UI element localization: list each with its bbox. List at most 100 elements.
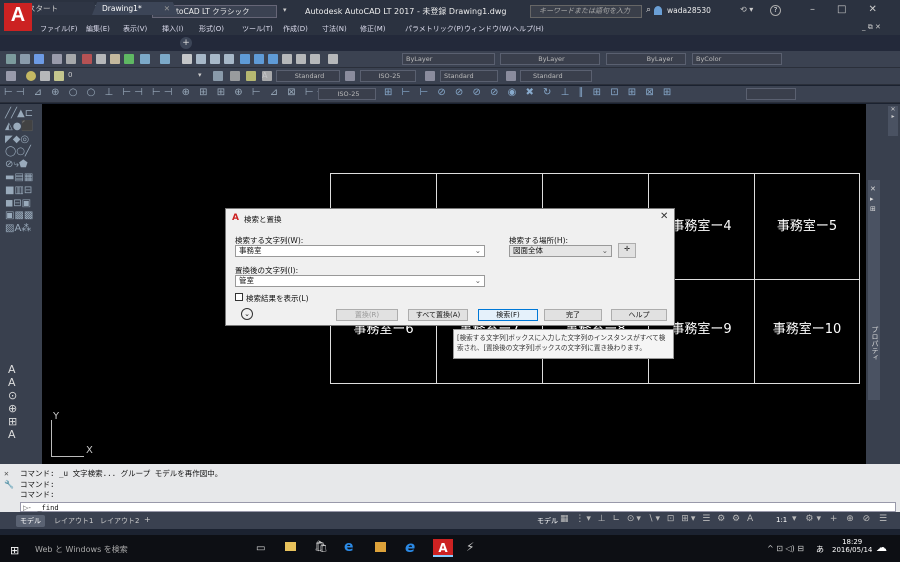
username[interactable]: wada28530 [667,6,711,15]
calculator-icon[interactable] [310,54,320,64]
model-space-button[interactable]: モデル [537,516,558,526]
media-icon[interactable] [375,542,386,552]
task-view-icon[interactable]: ▭ [256,543,265,554]
current-layer[interactable]: 0 [68,71,72,79]
dimension-icons[interactable]: ⊢⊣ ⊿ ⊕ ○ ○ ⊥ ⊢⊣ ⊢⊣ ⊕ ⊞ ⊞ ⊕ ⊢ ⊿ ⊠ ⊢⊣ [4,87,328,98]
pan-icon[interactable] [182,54,192,64]
dialog-close-icon[interactable]: ✕ [660,211,668,222]
layout-tab-1[interactable]: レイアウト1 [50,515,97,527]
dim-style-icon[interactable] [345,71,355,81]
list-results-checkbox[interactable] [235,293,243,301]
dim-style-combo[interactable]: ISO-25 [360,70,416,82]
windows-start-icon[interactable]: ⊞ [10,544,19,557]
tab-drawing1[interactable]: Drawing1* ✕ [92,2,178,15]
add-layout-button[interactable]: + [144,515,151,524]
command-input[interactable]: ▷- _find [20,502,896,512]
notifications-icon[interactable]: ☁ [876,541,887,554]
done-button[interactable]: 完了 [544,309,602,321]
paste-icon[interactable] [110,54,120,64]
layer-state-icon[interactable] [246,71,256,81]
markup-icon[interactable] [296,54,306,64]
color-combo[interactable]: ByLayer [402,53,495,65]
dim-style-combo-2[interactable]: ISO-25 [318,88,376,100]
menu-file[interactable]: ファイル(F) [40,24,78,34]
clock[interactable]: 18:29 2016/05/14 [832,538,872,554]
close-tab-icon[interactable]: ✕ [164,4,170,13]
table-style-combo[interactable]: Standard [440,70,498,82]
menu-modify[interactable]: 修正(M) [360,24,386,34]
search-input[interactable]: キーワードまたは語句を入力 [530,5,642,18]
preview-icon[interactable] [66,54,76,64]
text-style-icon[interactable]: A [262,71,272,81]
expand-options-icon[interactable]: ⌄ [241,308,253,320]
app-icon[interactable]: ⚡ [466,540,474,554]
menu-view[interactable]: 表示(V) [123,24,147,34]
tray-icons[interactable]: ^ ⊡ ◁) ⊟ [767,544,804,553]
new-tab-button[interactable]: + [180,37,192,49]
minimize-icon[interactable]: – [810,4,837,15]
save-file-icon[interactable] [34,54,44,64]
edge-icon[interactable]: e [344,539,354,555]
replace-all-button[interactable]: すべて置換(A) [408,309,468,321]
tool-palettes-icon[interactable] [268,54,278,64]
layer-properties-icon[interactable] [6,71,16,81]
redo-tool-icon[interactable] [160,54,170,64]
chevron-down-icon[interactable]: ⌄ [602,246,611,256]
sheet-set-icon[interactable] [282,54,292,64]
new-file-icon[interactable] [6,54,16,64]
menu-window[interactable]: ウィンドウ(W) [464,24,511,34]
design-center-icon[interactable] [254,54,264,64]
chevron-down-icon[interactable]: ⌄ [475,276,484,286]
mleader-style-icon[interactable] [506,71,516,81]
layer-dropdown-arrow[interactable]: ▾ [198,71,202,79]
modify-icons[interactable]: ⊞ ⊢ ⊢ ⊘ ⊘ ⊘ ⊘ ◉ ✖ ↻ ⊥ ∥ ⊞ ⊡ ⊞ ⊠ ⊞ [384,87,674,98]
annotation-scale[interactable]: 1:1 [776,516,787,524]
find-button[interactable]: 検索(F) [478,309,538,321]
close-icon[interactable]: ✕ [868,4,898,15]
plotstyle-combo[interactable]: ByColor [692,53,782,65]
bulb-icon[interactable] [26,71,36,81]
help-tool-icon[interactable] [328,54,338,64]
replace-input[interactable]: 管室 ⌄ [235,275,485,287]
menu-insert[interactable]: 挿入(I) [162,24,184,34]
status-toggle-icons[interactable]: ▦ ⋮▾ ⊥ ∟ ⊙▾ ∖▾ ⊡ ⊞▾ ☰ ⚙ ⚙ A [560,514,755,524]
linetype-combo[interactable]: ByLayer [500,53,600,65]
viewcube-collapse-icon[interactable]: ✕ ▸ [888,106,898,136]
zoom-window-icon[interactable] [210,54,220,64]
ime-indicator[interactable]: あ [816,544,824,555]
menu-help[interactable]: ヘルプ(H) [512,24,544,34]
text-style-combo[interactable]: Standard [276,70,340,82]
customize-qat-icon[interactable]: ▾ [283,6,287,14]
open-file-icon[interactable] [20,54,30,64]
command-window-icons[interactable]: ✕ 🔧 [4,468,14,490]
menu-tools[interactable]: ツール(T) [242,24,273,34]
text-tool-icons[interactable]: A A ⊙ ⊕ ⊞ A [8,363,17,441]
tab-start[interactable]: スタート [22,2,100,15]
ie-icon[interactable]: e [405,538,415,556]
layer-previous-icon[interactable] [230,71,240,81]
layout-tab-model[interactable]: モデル [16,515,45,527]
taskbar-search[interactable]: Web と Windows を検索 [35,544,128,555]
freeze-icon[interactable] [40,71,50,81]
lock-icon[interactable] [54,71,64,81]
room-cell[interactable]: 事務室ー5 [754,173,860,280]
help-button[interactable]: ヘルプ [611,309,667,321]
menu-edit[interactable]: 編集(E) [86,24,110,34]
application-menu-button[interactable]: A [4,3,32,31]
window-controls[interactable]: –□✕ [810,4,899,15]
doc-window-controls[interactable]: _ ⧉ ✕ [862,23,881,32]
table-style-icon[interactable] [425,71,435,81]
empty-combo[interactable] [746,88,796,100]
status-right-icons[interactable]: ▾ ⚙▾ + ⊕ ⊘ ☰ [792,514,890,524]
cut-icon[interactable] [82,54,92,64]
menu-format[interactable]: 形式(O) [199,24,224,34]
lineweight-combo[interactable]: ByLayer [606,53,686,65]
help-icon[interactable]: ? [770,5,781,16]
where-select[interactable]: 図面全体 ⌄ [509,245,612,257]
explorer-icon[interactable] [285,542,296,551]
select-objects-button[interactable]: ✛ [618,243,636,258]
exchange-icon[interactable]: ⟲ ▾ [740,5,753,14]
chevron-down-icon[interactable]: ⌄ [475,246,484,256]
menu-parametric[interactable]: パラメトリック(P) [405,24,463,34]
maximize-icon[interactable]: □ [837,4,868,15]
